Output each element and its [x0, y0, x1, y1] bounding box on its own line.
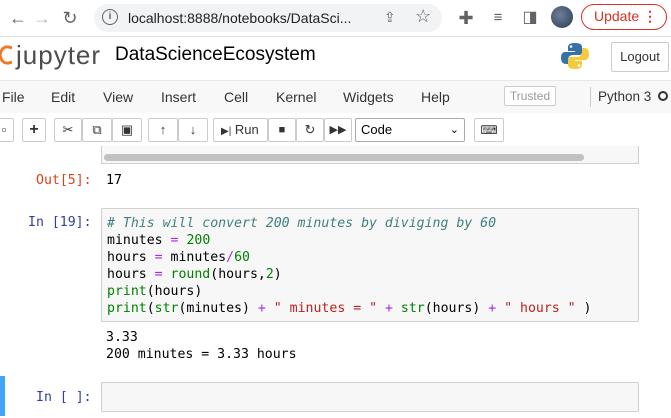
input-prompt: In [19]: — [28, 215, 92, 230]
output-value: 17 — [106, 173, 122, 188]
menu-cell[interactable]: Cell — [224, 89, 248, 105]
menu-view[interactable]: View — [103, 89, 133, 105]
output-line: 3.33 — [106, 330, 138, 345]
code-line: print(hours) — [107, 284, 203, 299]
notebook-toolbar: ▫ + ✂ ⧉ ▣ ↑ ↓ ▶︎| Run ■ ↻ ▶▶ Code ⌄ ⌨ — [0, 113, 671, 147]
step-forward-icon: ▶︎| — [221, 126, 232, 137]
trusted-indicator[interactable]: Trusted — [504, 86, 556, 106]
empty-code-input[interactable] — [101, 382, 639, 412]
menu-edit[interactable]: Edit — [51, 89, 75, 105]
code-editor[interactable]: # This will convert 200 minutes by divig… — [101, 208, 639, 322]
move-down-icon[interactable]: ↓ — [178, 118, 208, 142]
restart-icon[interactable]: ↻ — [296, 118, 324, 142]
jupyter-logo-icon[interactable] — [0, 40, 12, 70]
interrupt-icon[interactable]: ■ — [268, 118, 296, 142]
cell-type-select[interactable]: Code ⌄ — [355, 118, 465, 142]
save-icon[interactable]: ▫ — [0, 118, 14, 142]
code-output: 3.33 200 minutes = 3.33 hours — [106, 329, 297, 363]
notebook-container[interactable]: Out[5]: 17 In [19]: # This will convert … — [0, 146, 671, 418]
reading-list-icon[interactable]: ≡ — [486, 6, 510, 30]
keyboard-icon[interactable]: ⌨ — [474, 118, 504, 142]
empty-cell-prompt: In [ ]: — [36, 390, 92, 405]
cell-selection-bar — [0, 376, 5, 416]
url-text[interactable]: localhost:8888/notebooks/DataSci... — [128, 10, 351, 26]
logout-button[interactable]: Logout — [611, 42, 669, 72]
fast-forward-icon[interactable]: ▶▶ — [324, 118, 352, 142]
notebook-title[interactable]: DataScienceEcosystem — [115, 44, 316, 66]
forward-icon[interactable]: → — [30, 6, 54, 30]
output-line: 200 minutes = 3.33 hours — [106, 347, 297, 362]
code-line: print(str(minutes) + " minutes = " + str… — [107, 301, 592, 316]
code-line: hours = minutes/60 — [107, 250, 250, 265]
code-line: # This will convert 200 minutes by divig… — [107, 216, 497, 231]
menubar-divider — [590, 87, 591, 107]
python-logo-icon — [561, 43, 589, 69]
menu-kernel[interactable]: Kernel — [276, 89, 316, 105]
jupyter-header: jupyter DataScienceEcosystem Logout — [0, 37, 671, 75]
cut-icon[interactable]: ✂ — [54, 118, 82, 142]
jupyter-logo-text[interactable]: jupyter — [16, 40, 101, 71]
paste-icon[interactable]: ▣ — [112, 118, 142, 142]
back-icon[interactable]: ← — [6, 6, 30, 30]
update-button[interactable]: Update ⋮ — [581, 4, 667, 30]
code-line: hours = round(hours,2) — [107, 267, 282, 282]
more-menu-icon: ⋮ — [643, 8, 657, 24]
site-info-icon[interactable]: i — [102, 9, 118, 25]
browser-toolbar: ← → ↻ i localhost:8888/notebooks/DataSci… — [0, 0, 671, 37]
chevron-down-icon: ⌄ — [449, 124, 459, 136]
add-cell-icon[interactable]: + — [22, 118, 46, 142]
output-prompt: Out[5]: — [36, 173, 92, 188]
run-label: Run — [234, 122, 259, 137]
extensions-icon[interactable]: ✚ — [454, 6, 478, 30]
share-icon[interactable]: ⇪ — [384, 9, 396, 26]
move-up-icon[interactable]: ↑ — [148, 118, 178, 142]
run-button[interactable]: ▶︎| Run — [213, 118, 268, 142]
menu-widgets[interactable]: Widgets — [343, 89, 394, 105]
reload-icon[interactable]: ↻ — [58, 6, 82, 30]
kernel-name[interactable]: Python 3 — [598, 89, 651, 104]
menubar: File Edit View Insert Cell Kernel Widget… — [0, 80, 671, 114]
code-line: minutes = 200 — [107, 233, 211, 248]
copy-icon[interactable]: ⧉ — [82, 118, 112, 142]
address-bar[interactable]: i localhost:8888/notebooks/DataSci... ⇪ … — [94, 4, 442, 32]
menu-help[interactable]: Help — [421, 89, 450, 105]
selected-empty-cell[interactable]: In [ ]: — [0, 376, 671, 416]
profile-avatar[interactable] — [551, 6, 573, 28]
kernel-status-icon — [658, 91, 668, 101]
side-panel-icon[interactable]: ◨ — [518, 6, 542, 30]
cell-type-value: Code — [361, 122, 393, 137]
horizontal-scrollbar[interactable] — [104, 154, 584, 161]
menu-insert[interactable]: Insert — [161, 89, 196, 105]
menu-file[interactable]: File — [2, 89, 25, 105]
bookmark-star-icon[interactable]: ☆ — [415, 6, 431, 27]
update-label: Update — [594, 8, 640, 24]
